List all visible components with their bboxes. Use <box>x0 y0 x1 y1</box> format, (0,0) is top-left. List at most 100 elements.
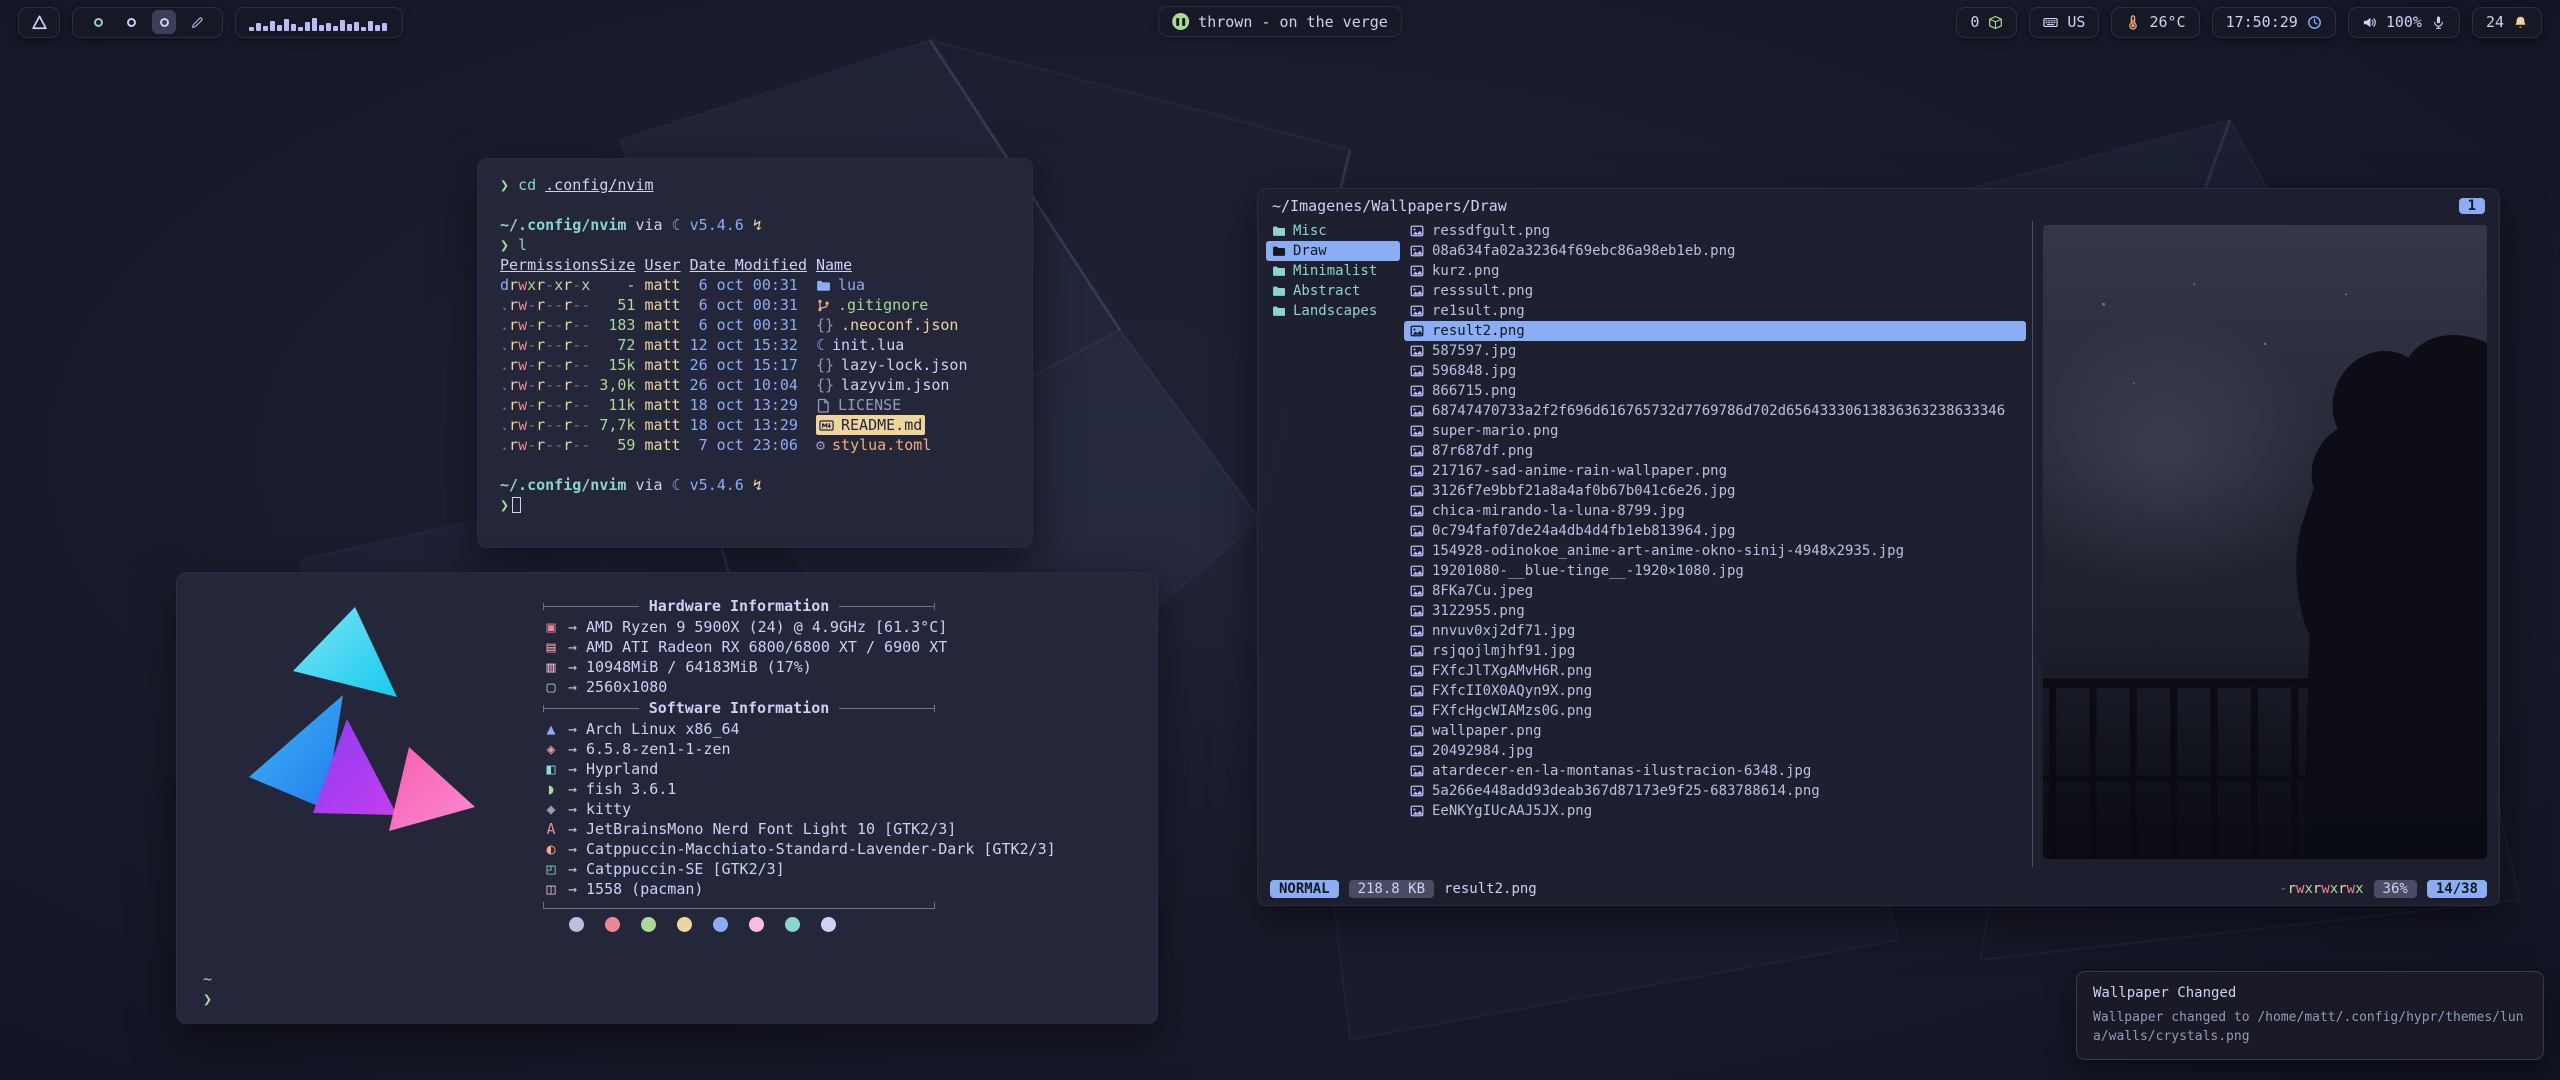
info-row-cpu: ▣→AMD Ryzen 9 5900X (24) @ 4.9GHz [61.3°… <box>543 617 1131 637</box>
file-row[interactable]: FXfcJlTXgAMvH6R.png <box>1404 661 2026 681</box>
shell-prompt: ~/.config/nvim via ☾ v5.4.6 ↯ <box>500 475 1010 495</box>
arrow-icon: → <box>568 779 577 799</box>
file-row[interactable]: 87r687df.png <box>1404 441 2026 461</box>
updates-module[interactable]: 0 <box>1956 7 2017 38</box>
file-row[interactable]: ressdfgult.png <box>1404 221 2026 241</box>
file-row[interactable]: 596848.jpg <box>1404 361 2026 381</box>
file-row[interactable]: 154928-odinokoe_anime-art-anime-okno-sin… <box>1404 541 2026 561</box>
file-row[interactable]: 20492984.jpg <box>1404 741 2026 761</box>
file-row[interactable]: nnvuv0xj2df71.jpg <box>1404 621 2026 641</box>
ls-row: .rw-r--r--11kmatt18 oct 13:29LICENSE <box>500 395 1010 415</box>
preview-image <box>2043 225 2487 859</box>
sidebar-folder-minimalist[interactable]: Minimalist <box>1266 261 1400 281</box>
file-row[interactable]: 19201080-__blue-tinge__-1920×1080.jpg <box>1404 561 2026 581</box>
file-row[interactable]: 587597.jpg <box>1404 341 2026 361</box>
temperature-module[interactable]: 26°C <box>2111 7 2199 38</box>
file-row[interactable]: 217167-sad-anime-rain-wallpaper.png <box>1404 461 2026 481</box>
palette-dot <box>569 917 584 932</box>
section-title: Hardware Information <box>543 596 935 616</box>
lua-icon: ☾ <box>672 475 681 495</box>
notification-title: Wallpaper Changed <box>2093 985 2527 1001</box>
file-row[interactable]: 866715.png <box>1404 381 2026 401</box>
file-row[interactable]: EeNKYgIUcAAJ5JX.png <box>1404 801 2026 821</box>
clock-time: 17:50:29 <box>2226 13 2298 31</box>
ls-row: .rw-r--r--72matt12 oct 15:32☾init.lua <box>500 335 1010 355</box>
circle-icon <box>158 16 171 29</box>
braces-icon: {} <box>816 315 834 335</box>
file-row[interactable]: 8FKa7Cu.jpeg <box>1404 581 2026 601</box>
notifications-module[interactable]: 24 <box>2472 7 2542 38</box>
file-row[interactable]: 68747470733a2f2f696d616765732d7769786d70… <box>1404 401 2026 421</box>
file-manager-window[interactable]: ~/Imagenes/Wallpapers/Draw 1 MiscDrawMin… <box>1257 188 2500 906</box>
bolt-icon: ↯ <box>753 215 762 235</box>
shell-icon: ◗ <box>543 779 559 799</box>
image-icon <box>1410 444 1424 458</box>
keyboard-layout-module[interactable]: US <box>2029 7 2099 38</box>
image-icon <box>1410 464 1424 478</box>
kernel-icon: ◈ <box>543 739 559 759</box>
git-icon <box>816 298 831 313</box>
file-row[interactable]: atardecer-en-la-montanas-ilustracion-634… <box>1404 761 2026 781</box>
file-row[interactable]: wallpaper.png <box>1404 721 2026 741</box>
file-row[interactable]: kurz.png <box>1404 261 2026 281</box>
folder-icon <box>1272 304 1286 318</box>
workspace-web[interactable] <box>86 10 110 34</box>
info-row-kernel: ◈→6.5.8-zen1-1-zen <box>543 739 1131 759</box>
image-icon <box>1410 764 1424 778</box>
preview-pane <box>2033 221 2491 867</box>
file-row[interactable]: FXfcHgcWIAMzs0G.png <box>1404 701 2026 721</box>
launcher-button[interactable] <box>18 7 60 38</box>
file-row[interactable]: 5a266e448add93deab367d87173e9f25-6837886… <box>1404 781 2026 801</box>
brush-icon <box>191 16 204 29</box>
file-row[interactable]: re1sult.png <box>1404 301 2026 321</box>
file-size-badge: 218.8 KB <box>1349 880 1434 898</box>
arrow-icon: → <box>568 637 577 657</box>
file-row[interactable]: 3122955.png <box>1404 601 2026 621</box>
markdown-icon <box>819 418 834 433</box>
image-icon <box>1410 644 1424 658</box>
notification-body: Wallpaper changed to /home/matt/.config/… <box>2093 1008 2527 1046</box>
file-row[interactable]: 3126f7e9bbf21a8a4af0b67b041c6e26.jpg <box>1404 481 2026 501</box>
file-row[interactable]: 08a634fa02a32364f69ebc86a98eb1eb.png <box>1404 241 2026 261</box>
clock-module[interactable]: 17:50:29 <box>2212 7 2336 38</box>
file-row[interactable]: chica-mirando-la-luna-8799.jpg <box>1404 501 2026 521</box>
prompt-input-line[interactable]: ❯ <box>500 495 1010 515</box>
image-icon <box>1410 244 1424 258</box>
workspace-design[interactable] <box>185 10 209 34</box>
notification-popup[interactable]: Wallpaper Changed Wallpaper changed to /… <box>2076 971 2544 1060</box>
clock-icon <box>2307 15 2322 30</box>
scroll-percent: 36% <box>2374 880 2417 898</box>
notification-count: 24 <box>2486 13 2504 31</box>
workspace-code[interactable] <box>119 10 143 34</box>
fetch-window[interactable]: Hardware Information▣→AMD Ryzen 9 5900X … <box>176 572 1158 1024</box>
prompt-symbol: ❯ <box>203 989 212 1009</box>
media-player-module[interactable]: thrown - on the verge <box>1158 6 1402 37</box>
section-title: Software Information <box>543 698 935 718</box>
sidebar-folder-draw[interactable]: Draw <box>1266 241 1400 261</box>
file-row[interactable]: result2.png <box>1404 321 2026 341</box>
workspace-files[interactable] <box>152 10 176 34</box>
system-info: Hardware Information▣→AMD Ryzen 9 5900X … <box>513 595 1131 1001</box>
image-icon <box>1410 704 1424 718</box>
sidebar-folder-misc[interactable]: Misc <box>1266 221 1400 241</box>
theme-icon: ◐ <box>543 839 559 859</box>
palette-dot <box>785 917 800 932</box>
package-icon <box>1988 15 2003 30</box>
folder-icon <box>1272 264 1286 278</box>
terminal-palette <box>569 917 836 932</box>
terminal-window[interactable]: ❯ cd .config/nvim ~/.config/nvim via ☾ v… <box>477 158 1033 548</box>
file-row[interactable]: resssult.png <box>1404 281 2026 301</box>
folder-icon <box>1272 244 1286 258</box>
file-row[interactable]: super-mario.png <box>1404 421 2026 441</box>
file-row[interactable]: rsjqojlmjhf91.jpg <box>1404 641 2026 661</box>
sidebar-folder-abstract[interactable]: Abstract <box>1266 281 1400 301</box>
volume-module[interactable]: 100% <box>2348 7 2460 38</box>
file-row[interactable]: FXfcII0X0AQyn9X.png <box>1404 681 2026 701</box>
image-icon <box>1410 684 1424 698</box>
file-row[interactable]: 0c794faf07de24a4db4d4fb1eb813964.jpg <box>1404 521 2026 541</box>
shell-prompt[interactable]: ~ ❯ <box>203 969 212 1009</box>
image-icon <box>1410 664 1424 678</box>
thermometer-icon <box>2125 15 2140 30</box>
tab-indicator[interactable]: 1 <box>2459 198 2485 214</box>
sidebar-folder-landscapes[interactable]: Landscapes <box>1266 301 1400 321</box>
